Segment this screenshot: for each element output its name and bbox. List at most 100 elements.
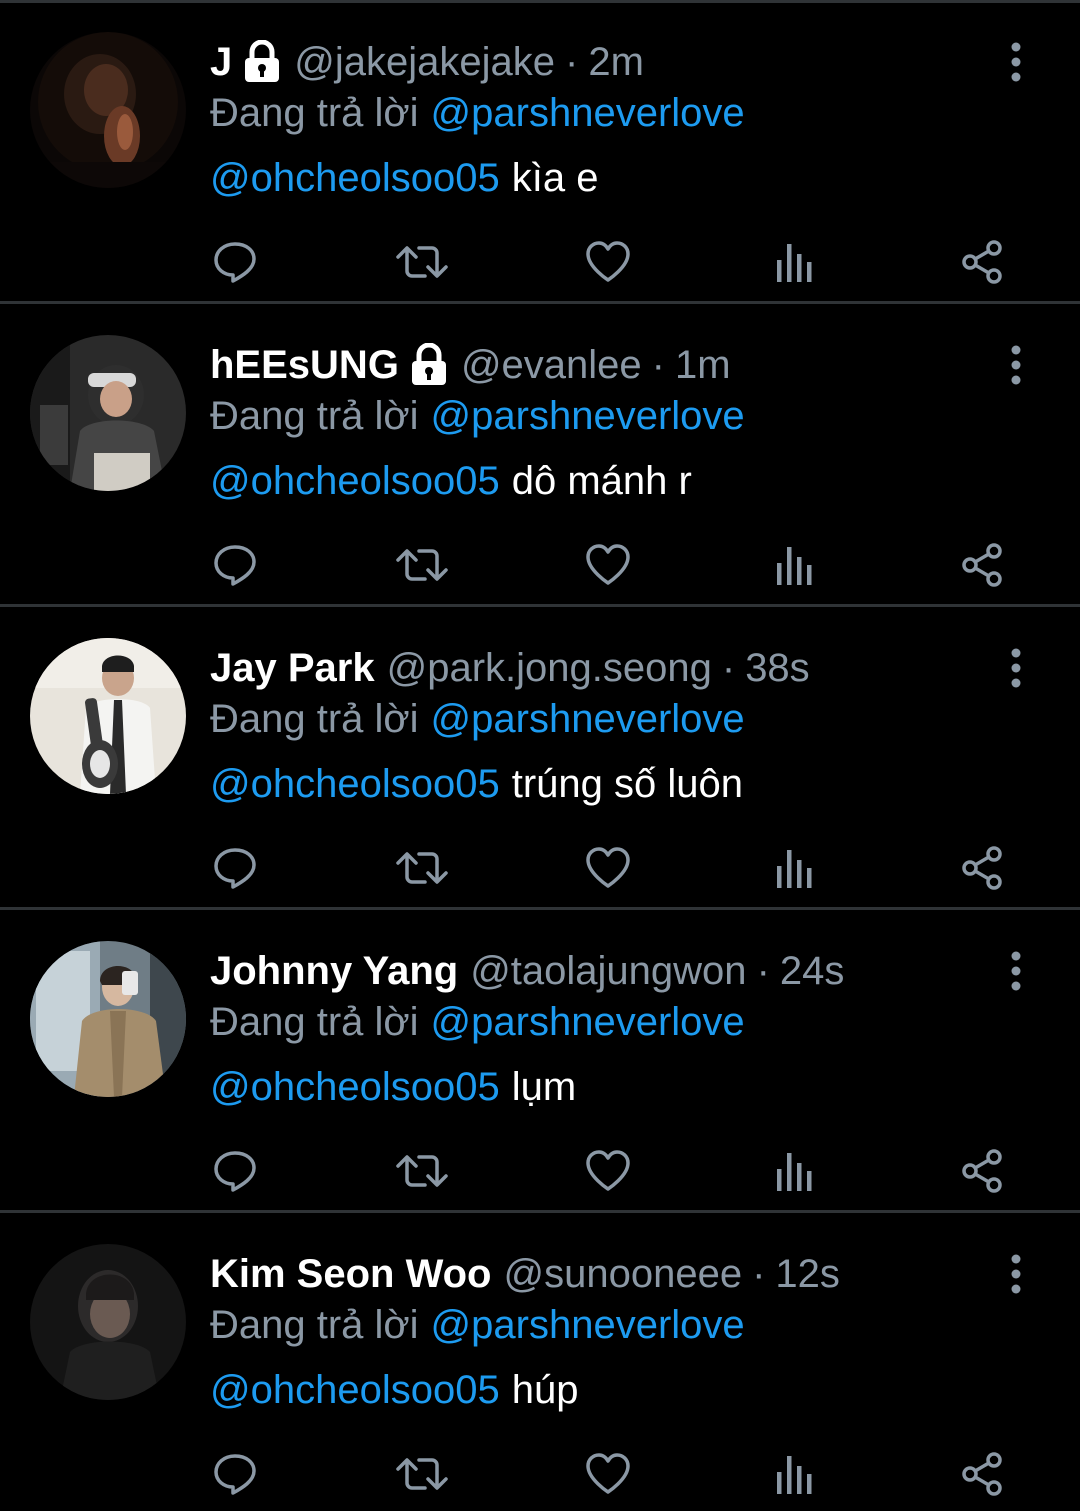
reply-button[interactable] <box>207 234 263 290</box>
more-options-button[interactable] <box>996 34 1036 90</box>
lock-icon <box>409 342 449 387</box>
user-handle[interactable]: @evanlee <box>461 337 642 393</box>
views-icon <box>777 244 812 282</box>
tweet-body: trúng số luôn <box>511 762 743 806</box>
tweet-divider <box>0 907 1080 910</box>
user-handle[interactable]: @taolajungwon <box>470 943 746 999</box>
share-button[interactable] <box>954 234 1010 290</box>
tweet-header: Johnny Yang @taolajungwon · 24s <box>210 943 844 999</box>
reply-button[interactable] <box>207 1143 263 1199</box>
replying-to-label: Đang trả lời <box>210 1000 419 1044</box>
replying-to-link[interactable]: @parshneverlove <box>431 1303 745 1347</box>
avatar[interactable] <box>30 941 186 1097</box>
like-icon <box>586 241 630 282</box>
user-handle[interactable]: @jakejakejake <box>294 34 555 90</box>
reply-icon <box>214 1151 256 1192</box>
replying-to: Đang trả lời @parshneverlove <box>210 389 745 443</box>
display-name[interactable]: Johnny Yang <box>210 943 458 999</box>
tweet-header: Kim Seon Woo @sunooneee · 12s <box>210 1246 840 1302</box>
share-icon <box>962 1452 1002 1496</box>
more-options-button[interactable] <box>996 943 1036 999</box>
display-name[interactable]: hEEsUNG <box>210 337 399 393</box>
views-button[interactable] <box>767 1446 823 1502</box>
retweet-button[interactable] <box>394 1143 450 1199</box>
like-button[interactable] <box>580 1143 636 1199</box>
avatar[interactable] <box>30 335 186 491</box>
avatar[interactable] <box>30 32 186 188</box>
replying-to-link[interactable]: @parshneverlove <box>431 91 745 135</box>
reply-button[interactable] <box>207 537 263 593</box>
like-button[interactable] <box>580 234 636 290</box>
replying-to-link[interactable]: @parshneverlove <box>431 1000 745 1044</box>
tweet-item[interactable]: Kim Seon Woo @sunooneee · 12s Đang trả l… <box>0 1216 1080 1511</box>
like-button[interactable] <box>580 840 636 896</box>
more-options-button[interactable] <box>996 337 1036 393</box>
separator-dot: · <box>721 646 736 690</box>
views-button[interactable] <box>767 234 823 290</box>
retweet-button[interactable] <box>394 537 450 593</box>
share-button[interactable] <box>954 1446 1010 1502</box>
more-options-button[interactable] <box>996 640 1036 696</box>
display-name[interactable]: Jay Park <box>210 640 375 696</box>
tweet-body: húp <box>511 1368 579 1412</box>
replying-to-label: Đang trả lời <box>210 394 419 438</box>
more-options-button[interactable] <box>996 1246 1036 1302</box>
share-button[interactable] <box>954 840 1010 896</box>
tweet-item[interactable]: Jay Park @park.jong.seong · 38s Đang trả… <box>0 610 1080 910</box>
replying-to-link[interactable]: @parshneverlove <box>431 394 745 438</box>
retweet-icon <box>396 549 448 581</box>
timestamp[interactable]: 38s <box>745 640 810 696</box>
timestamp[interactable]: 12s <box>775 1246 840 1302</box>
timestamp[interactable]: 2m <box>588 34 644 90</box>
reply-button[interactable] <box>207 840 263 896</box>
avatar[interactable] <box>30 638 186 794</box>
reply-icon <box>214 242 256 283</box>
replying-to-link[interactable]: @parshneverlove <box>431 697 745 741</box>
replying-to: Đang trả lời @parshneverlove <box>210 1298 745 1352</box>
avatar[interactable] <box>30 1244 186 1400</box>
retweet-button[interactable] <box>394 1446 450 1502</box>
replying-to-label: Đang trả lời <box>210 1303 419 1347</box>
mention-link[interactable]: @ohcheolsoo05 <box>210 156 500 200</box>
more-vertical-icon <box>1011 1254 1021 1294</box>
like-button[interactable] <box>580 537 636 593</box>
views-button[interactable] <box>767 537 823 593</box>
tweet-divider <box>0 604 1080 607</box>
tweet-item[interactable]: J @jakejakejake · 2m Đang trả lời @parshn… <box>0 4 1080 304</box>
tweet-body: kìa e <box>511 156 599 200</box>
mention-link[interactable]: @ohcheolsoo05 <box>210 762 500 806</box>
views-button[interactable] <box>767 1143 823 1199</box>
more-vertical-icon <box>1011 648 1021 688</box>
tweet-text: @ohcheolsoo05 trúng số luôn <box>210 757 743 811</box>
retweet-button[interactable] <box>394 840 450 896</box>
tweet-item[interactable]: Johnny Yang @taolajungwon · 24s Đang trả… <box>0 913 1080 1213</box>
like-icon <box>586 544 630 585</box>
timestamp[interactable]: 24s <box>780 943 845 999</box>
share-button[interactable] <box>954 537 1010 593</box>
retweet-icon <box>396 246 448 278</box>
retweet-button[interactable] <box>394 234 450 290</box>
share-button[interactable] <box>954 1143 1010 1199</box>
share-icon <box>962 1149 1002 1193</box>
mention-link[interactable]: @ohcheolsoo05 <box>210 459 500 503</box>
replying-to: Đang trả lời @parshneverlove <box>210 995 745 1049</box>
like-button[interactable] <box>580 1446 636 1502</box>
display-name[interactable]: Kim Seon Woo <box>210 1246 491 1302</box>
separator-dot: · <box>756 949 770 993</box>
reply-button[interactable] <box>207 1446 263 1502</box>
views-icon <box>777 850 812 888</box>
replying-to: Đang trả lời @parshneverlove <box>210 86 745 140</box>
timestamp[interactable]: 1m <box>675 337 731 393</box>
retweet-icon <box>396 1155 448 1187</box>
tweet-item[interactable]: hEEsUNG @evanlee · 1m Đang trả lời @parsh… <box>0 307 1080 607</box>
mention-link[interactable]: @ohcheolsoo05 <box>210 1368 500 1412</box>
user-handle[interactable]: @sunooneee <box>503 1246 742 1302</box>
top-divider <box>0 0 1080 3</box>
mention-link[interactable]: @ohcheolsoo05 <box>210 1065 500 1109</box>
user-handle[interactable]: @park.jong.seong <box>387 640 712 696</box>
retweet-icon <box>396 1458 448 1490</box>
views-button[interactable] <box>767 840 823 896</box>
display-name[interactable]: J <box>210 34 232 90</box>
like-icon <box>586 847 630 888</box>
more-vertical-icon <box>1011 345 1021 385</box>
